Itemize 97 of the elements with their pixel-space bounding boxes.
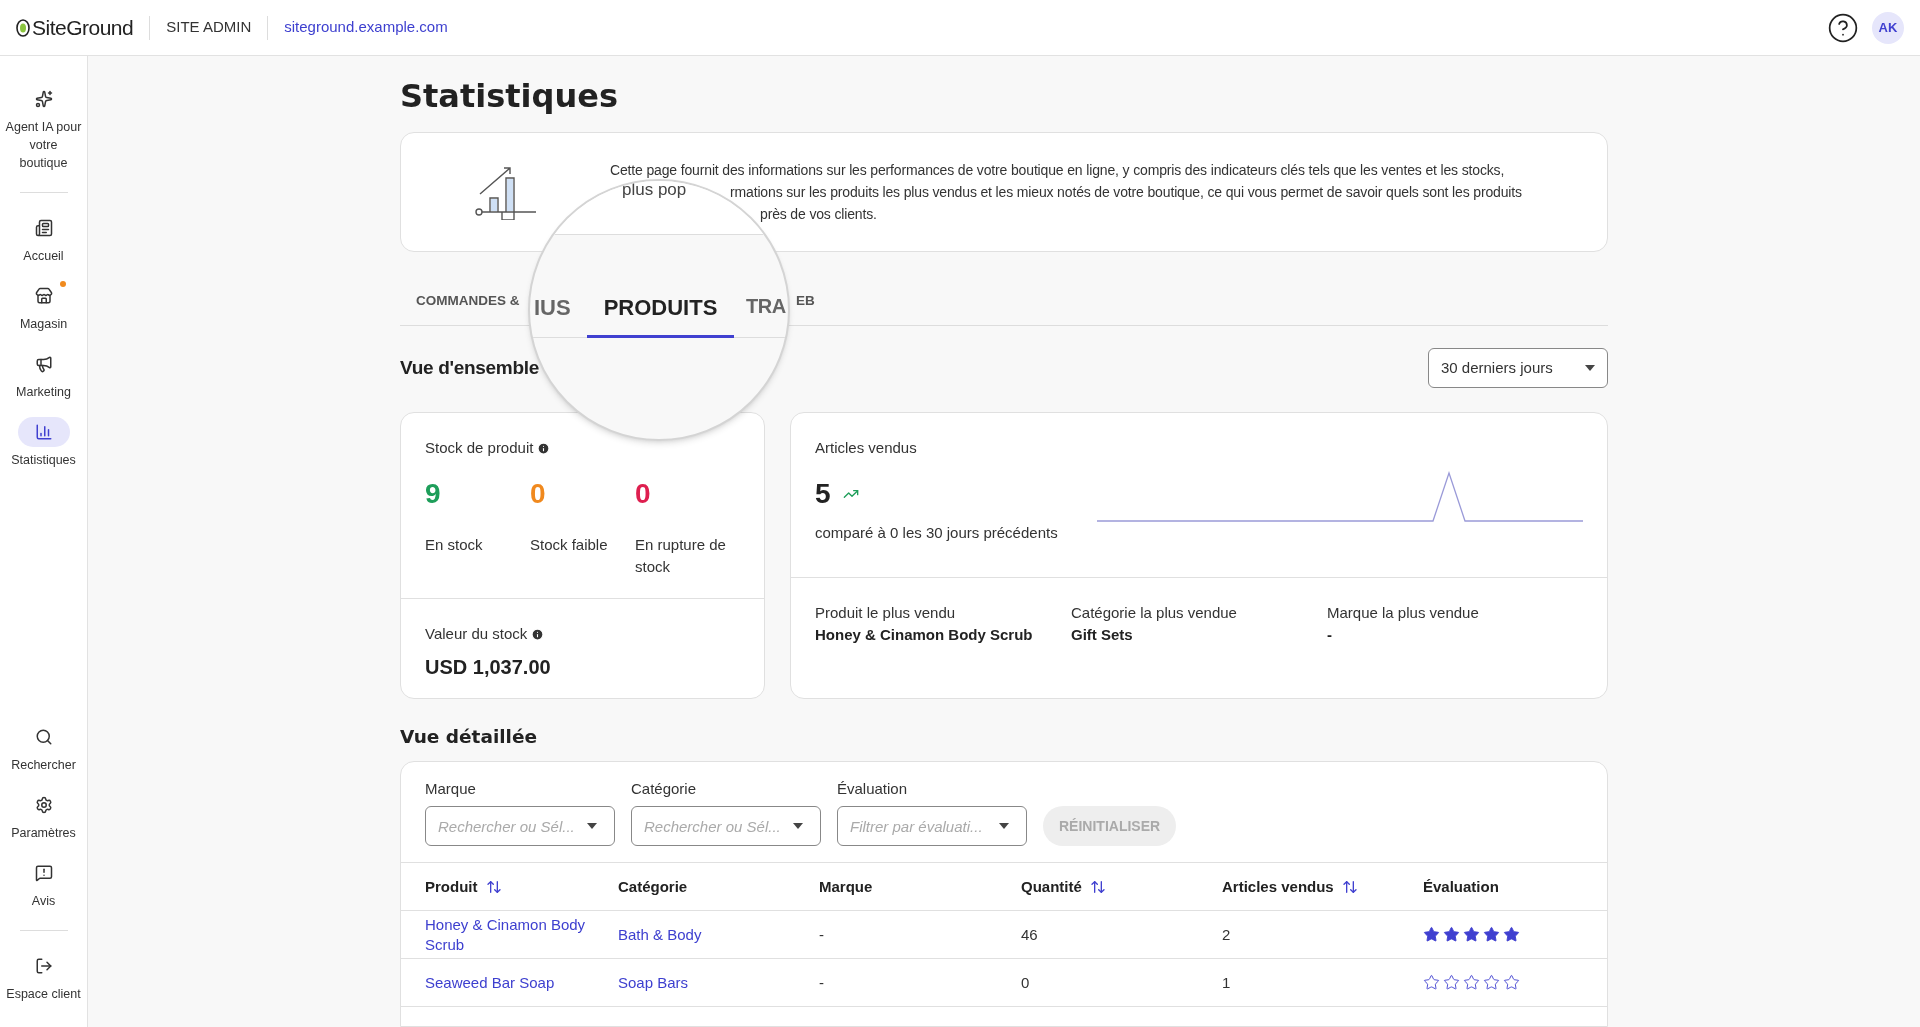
star-icon [1443, 974, 1460, 992]
table-cell-text: - [819, 924, 825, 945]
stock-count: 0 [530, 476, 547, 511]
sort-icon[interactable] [1341, 878, 1358, 895]
star-icon [1483, 974, 1500, 992]
filter-label: Catégorie [631, 778, 698, 799]
section-title: SITE ADMIN [165, 17, 253, 38]
sidebar-item[interactable]: Magasin [0, 273, 87, 341]
stock-label: En stock [425, 534, 484, 555]
magnified-tab-label: IUS [534, 294, 571, 322]
category-link[interactable]: Soap Bars [618, 973, 689, 991]
help-icon [1827, 11, 1859, 44]
best-value: Gift Sets [1071, 625, 1134, 645]
star-icon [1463, 974, 1480, 992]
logo[interactable]: SiteGround [16, 11, 150, 44]
caret-icon [1585, 365, 1595, 371]
best-value: Honey & Cinamon Body Scrub [815, 625, 1034, 645]
settings-icon [34, 796, 53, 814]
star-icon [1483, 926, 1500, 944]
home-icon [34, 219, 53, 237]
filter-select[interactable]: Rechercher ou Sél... [631, 806, 821, 847]
magnified-text: plus pop [622, 181, 687, 201]
sort-icon[interactable] [485, 878, 502, 895]
star-icon [1423, 926, 1440, 944]
period-select[interactable]: 30 derniers jours [1428, 348, 1608, 388]
sidebar-item[interactable]: Rechercher [0, 714, 87, 782]
star-icon [1463, 926, 1480, 944]
card-title: Articles vendus [815, 438, 918, 458]
column-header: Articles vendus [1222, 876, 1334, 897]
column-header: Quantité [1021, 876, 1082, 897]
filter-label: Évaluation [837, 778, 909, 799]
intro-text: Cette page fournit des informations sur les performances de votre boutique en ligne, y compris des indicateurs clés tels que les ventes et les stocks, [610, 161, 1506, 180]
column-header: Catégorie [618, 876, 688, 897]
card-title: Stock de produit [425, 438, 534, 458]
info-icon [537, 441, 551, 455]
search-icon [34, 728, 53, 746]
column-header: Évaluation [1423, 876, 1499, 897]
sidebar-item[interactable]: Espace client [0, 943, 87, 1011]
tab[interactable]: COMMANDES & [400, 277, 524, 325]
stock-value: USD 1,037.00 [425, 654, 552, 680]
sidebar-item[interactable]: Paramètres [0, 782, 87, 850]
intro-text: près de vos clients. [760, 205, 878, 224]
star-icon [1503, 974, 1520, 992]
star-icon [1423, 974, 1440, 992]
tab[interactable]: EB [796, 277, 815, 325]
table-cell-text: - [819, 972, 825, 993]
card-title: Valeur du stock [425, 624, 528, 644]
exit-icon [34, 957, 53, 975]
logo-icon [16, 18, 30, 37]
intro-text: rmations sur les produits les plus vendus et les mieux notés de votre boutique, ce qui vous permet de savoir quels sont les produits [730, 183, 1522, 202]
caret-icon [793, 823, 803, 830]
sidebar-item[interactable]: Marketing [0, 341, 87, 409]
section-title: Vue détaillée [400, 725, 539, 749]
megaphone-icon [34, 355, 53, 373]
category-link[interactable]: Bath & Body [618, 925, 702, 943]
comparison-text: comparé à 0 les 30 jours précédents [815, 522, 1059, 543]
stock-label: Stock faible [530, 534, 609, 555]
product-link[interactable]: Seaweed Bar Soap [425, 972, 618, 993]
sidebar-item[interactable]: Agent IA pour votre boutique [0, 76, 87, 180]
star-icon [1443, 926, 1460, 944]
feedback-icon [34, 864, 53, 882]
sort-icon[interactable] [1089, 878, 1106, 895]
sidebar-item[interactable]: Accueil [0, 205, 87, 273]
sidebar-item[interactable]: Statistiques [0, 409, 87, 477]
magnified-tab-label: TRA [746, 294, 786, 319]
chart-icon [34, 423, 53, 441]
best-label: Catégorie la plus vendue [1071, 603, 1238, 623]
product-link[interactable]: Honey & Cinamon Body Scrub [425, 914, 618, 955]
column-header: Marque [819, 876, 873, 897]
info-icon [531, 627, 545, 641]
sold-count: 5 [815, 476, 831, 511]
stock-count: 9 [425, 476, 442, 511]
filter-select[interactable]: Rechercher ou Sél... [425, 806, 615, 847]
page-title: Statistiques [400, 76, 619, 117]
caret-icon [587, 823, 597, 830]
stock-label: En rupture de stock [635, 534, 727, 577]
store-icon [34, 287, 53, 305]
table-cell-text: 1 [1222, 972, 1232, 993]
table-cell-text: 0 [1021, 972, 1031, 993]
star-icon [1503, 926, 1520, 944]
table-cell-text: 2 [1222, 924, 1232, 945]
stock-count: 0 [635, 476, 652, 511]
caret-icon [999, 823, 1009, 830]
table-cell-text: 46 [1021, 924, 1039, 945]
filter-label: Marque [425, 778, 477, 799]
magnified-tab-label: PRODUITS [587, 291, 734, 338]
user-avatar[interactable]: AK [1872, 11, 1904, 44]
filter-select[interactable]: Filtrer par évaluati... [837, 806, 1027, 847]
column-header: Produit [425, 876, 478, 897]
domain-link[interactable]: siteground.example.com [268, 16, 464, 39]
sparkles-icon [34, 90, 53, 108]
best-value: - [1327, 625, 1333, 645]
section-title: Vue d'ensemble [400, 355, 539, 380]
growth-chart-icon [473, 164, 538, 220]
sidebar-item[interactable]: Avis [0, 850, 87, 918]
best-label: Produit le plus vendu [815, 603, 957, 623]
best-label: Marque la plus vendue [1327, 603, 1480, 623]
